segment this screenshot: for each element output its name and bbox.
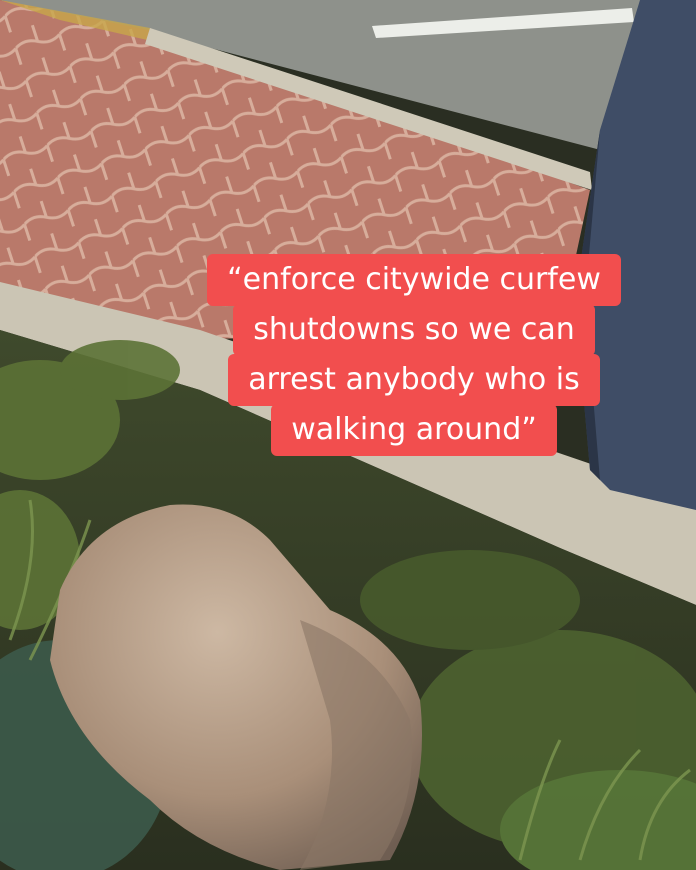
caption-line-2: shutdowns so we can xyxy=(233,304,595,356)
caption-line-1: “enforce citywide curfew xyxy=(207,254,621,306)
caption-line-4: walking around” xyxy=(271,404,557,456)
video-frame: “enforce citywide curfew shutdowns so we… xyxy=(0,0,696,870)
caption-line-3: arrest anybody who is xyxy=(228,354,600,406)
caption: “enforce citywide curfew shutdowns so we… xyxy=(168,254,660,456)
